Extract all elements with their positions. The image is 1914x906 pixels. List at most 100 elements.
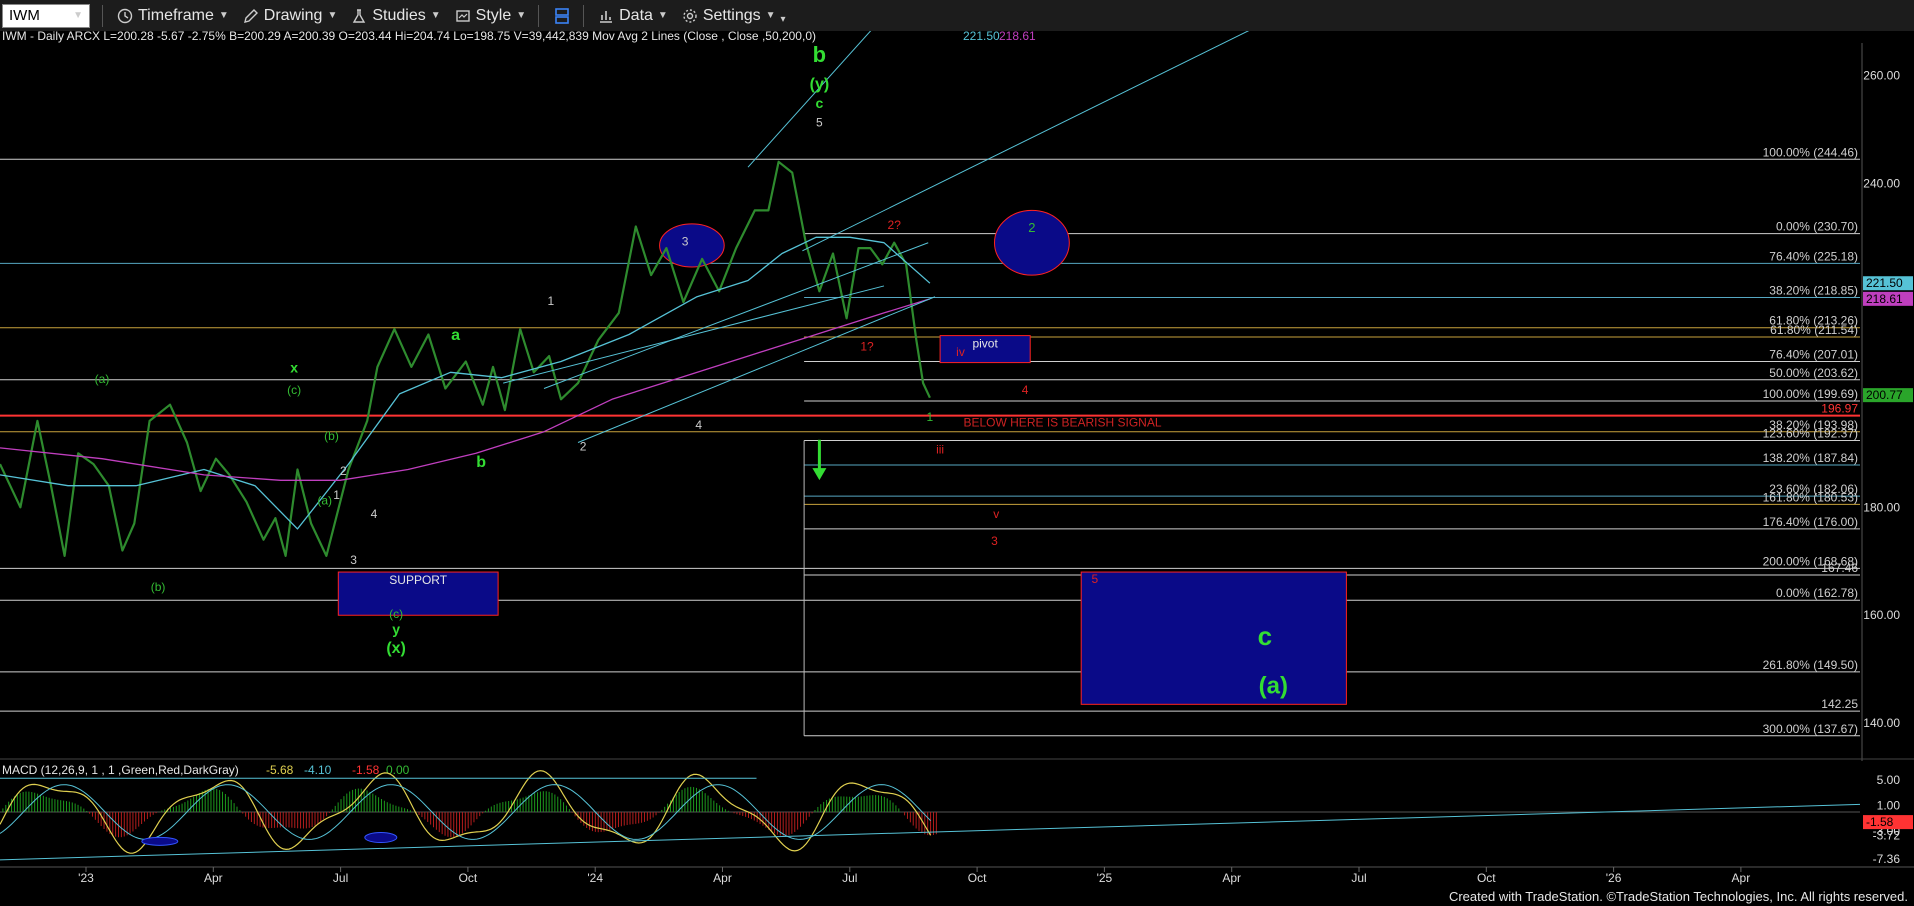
wave-label: (b) (324, 429, 339, 443)
data-menu[interactable]: Data ▼ (598, 7, 668, 25)
date-label: Apr (1222, 871, 1241, 885)
macd-ellipse (364, 832, 398, 844)
toolbar: IWM ▼ Timeframe ▼ Drawing ▼ Studies ▼ St… (0, 0, 1914, 32)
fib-label: 100.00% (244.46) (1763, 145, 1858, 159)
wave-label: 4 (371, 507, 378, 521)
fib-label: 0.00% (230.70) (1776, 220, 1858, 234)
chevron-down-icon: ▼ (73, 10, 83, 21)
date-label: Oct (1477, 871, 1496, 885)
macd-current-label: -1.58 (1866, 815, 1894, 829)
drawing-label: Drawing (263, 6, 323, 24)
macd-tick: 5.00 (1877, 773, 1901, 787)
fib-label: 142.25 (1821, 697, 1858, 711)
price-tick: 240.00 (1863, 176, 1900, 190)
fib-label: 138.20% (187.84) (1763, 451, 1858, 465)
wave-label: 5 (816, 116, 823, 130)
date-label: Jul (1351, 871, 1366, 885)
wave-label: 3 (350, 553, 357, 567)
chevron-down-icon: ▼ (430, 10, 441, 21)
chevron-down-icon: ▼ (327, 10, 338, 21)
date-label: '23 (78, 871, 94, 885)
timeframe-label: Timeframe (138, 6, 214, 24)
fib-label: 123.60% (192.37) (1763, 426, 1858, 440)
bar-chart-icon (600, 10, 613, 23)
macd-tick: 1.00 (1877, 799, 1901, 813)
toolbar-separator (102, 4, 103, 27)
wave-label: b (813, 42, 826, 67)
wave-label: b (476, 454, 486, 471)
fib-label: 100.00% (199.69) (1763, 387, 1858, 401)
settings-label: Settings (702, 6, 761, 24)
chevron-down-icon: ▼ (657, 10, 668, 21)
footer: Created with TradeStation. ©TradeStation… (0, 888, 1914, 906)
clock-icon (117, 8, 133, 23)
price-tag-label: 200.77 (1866, 388, 1903, 402)
wave-label: 4 (695, 418, 702, 432)
wave-label: 1 (333, 488, 340, 502)
style-icon (455, 9, 470, 22)
date-label: Apr (1732, 871, 1751, 885)
drawing-menu[interactable]: Drawing ▼ (243, 6, 338, 25)
price-tick: 180.00 (1863, 500, 1900, 514)
pencil-icon (243, 8, 258, 23)
fib-label: 261.80% (149.50) (1763, 658, 1858, 672)
fib-label: 50.00% (203.62) (1769, 366, 1858, 380)
macd-ellipse (141, 836, 179, 846)
date-label: Jul (842, 871, 857, 885)
date-label: Oct (968, 871, 987, 885)
style-menu[interactable]: Style ▼ (455, 7, 526, 25)
wave-label: iii (936, 442, 944, 456)
wave-label: (c) (287, 383, 301, 397)
wave-label: 2 (340, 464, 347, 478)
symbol-value: IWM (9, 7, 40, 24)
style-label: Style (475, 6, 512, 24)
macd-tick: -7.36 (1873, 852, 1901, 866)
wave-label: y (392, 621, 400, 637)
wave-label: 2 (1028, 220, 1035, 235)
price-tick: 140.00 (1863, 716, 1900, 730)
layout-button[interactable] (553, 7, 571, 25)
wave-label: 2 (580, 440, 587, 454)
chart-header: IWM - Daily ARCX L=200.28 -5.67 -2.75% B… (2, 31, 816, 43)
ma50-value: 221.50 (963, 31, 1000, 43)
toolbar-separator (538, 4, 540, 27)
wave-label: BELOW HERE IS BEARISH SIGNAL (963, 415, 1161, 429)
macd-value-1: -5.68 (266, 763, 294, 777)
copyright-text: Created with TradeStation. ©TradeStation… (1448, 889, 1908, 904)
price-tag-label: 221.50 (1866, 276, 1903, 290)
symbol-input[interactable]: IWM ▼ (2, 3, 90, 28)
fib-label: 176.40% (176.00) (1763, 515, 1858, 529)
date-label: Apr (204, 871, 223, 885)
wave-label: v (993, 507, 999, 521)
macd-value-2: -4.10 (304, 763, 332, 777)
wave-label: 1 (927, 410, 934, 424)
studies-menu[interactable]: Studies ▼ (351, 7, 441, 25)
fib-label: 76.40% (225.18) (1769, 249, 1858, 263)
price-tick: 260.00 (1863, 68, 1900, 82)
macd-value-4: 0.00 (386, 763, 410, 777)
fib-label: 61.80% (211.54) (1770, 323, 1858, 337)
settings-menu[interactable]: Settings ▼ ▾ (682, 6, 786, 25)
timeframe-menu[interactable]: Timeframe ▼ (117, 7, 229, 25)
wave-label: 4 (1022, 383, 1029, 397)
pivot-box-label: pivot (972, 337, 998, 351)
wave-label: 3 (682, 234, 689, 248)
fib-label: 161.80% (180.53) (1763, 490, 1858, 504)
wave-label: 1? (860, 340, 874, 354)
wave-label: 5 (1091, 572, 1098, 586)
macd-label: MACD (12,26,9, 1 , 1 ,Green,Red,DarkGray… (2, 763, 239, 777)
wave-label: (c) (389, 607, 403, 621)
price-tag-label: 218.61 (1866, 292, 1903, 306)
fib-label: 167.46 (1821, 561, 1858, 575)
overflow-chevron-icon: ▾ (780, 14, 786, 25)
wave-label: x (290, 359, 298, 375)
fib-label: 0.00% (162.78) (1776, 586, 1858, 600)
fib-label: 300.00% (137.67) (1763, 722, 1858, 736)
date-label: Apr (713, 871, 732, 885)
chevron-down-icon: ▼ (218, 10, 229, 21)
toolbar-separator (583, 4, 585, 27)
wave-label: c (816, 95, 824, 111)
wave-label: c (1258, 621, 1272, 651)
fib-label: 38.20% (218.85) (1769, 284, 1858, 298)
price-chart[interactable]: 100.00% (244.46) 0.00% (230.70) 76.40% (22… (0, 31, 1914, 888)
